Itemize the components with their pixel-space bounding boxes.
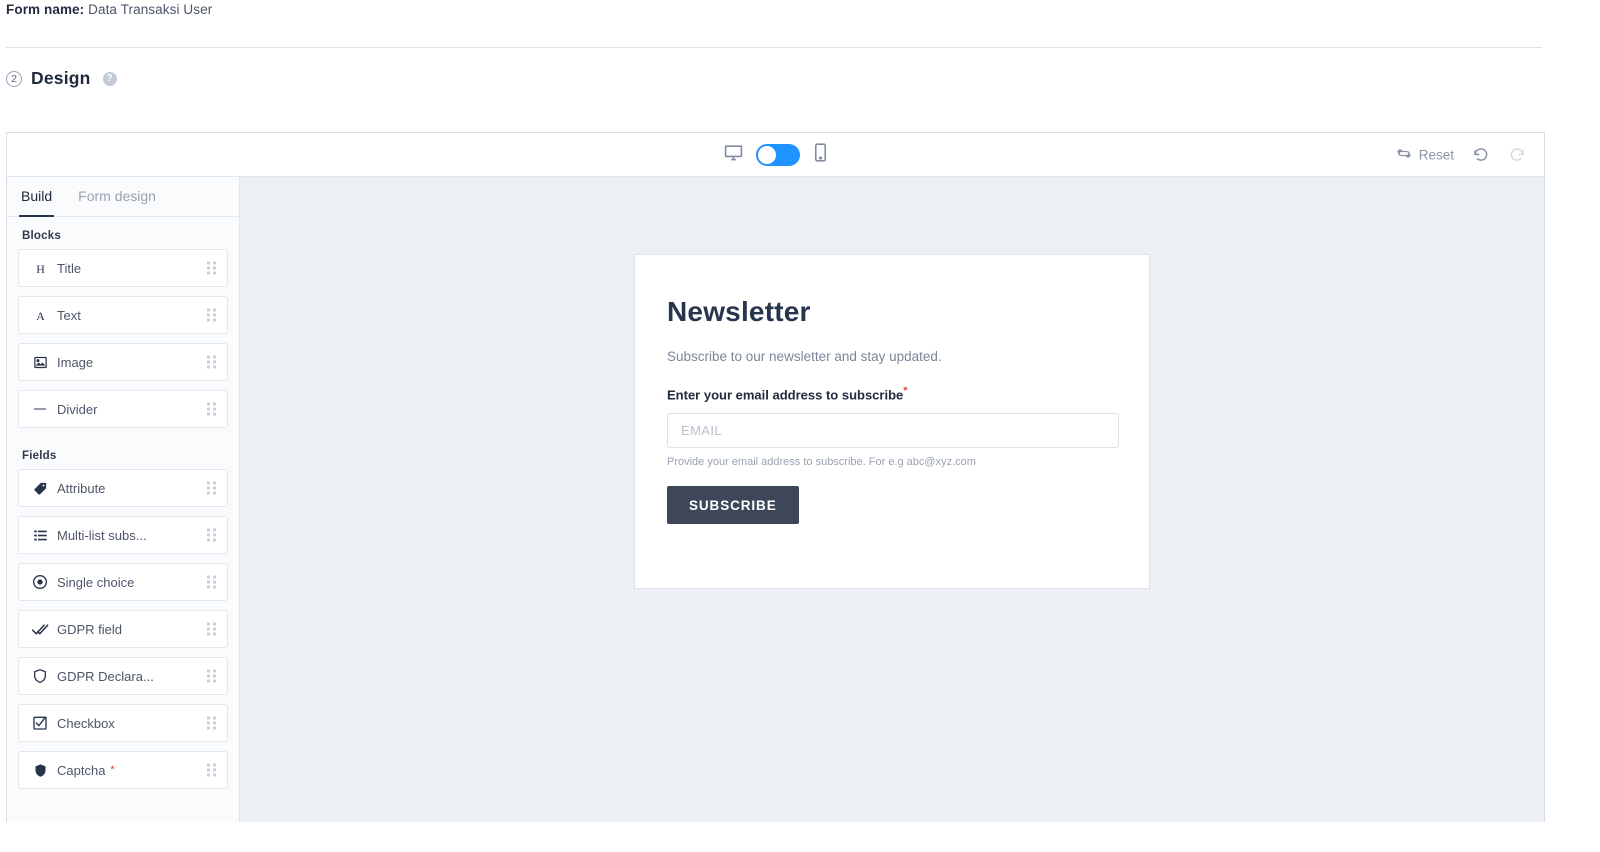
- device-toggle-knob: [757, 145, 776, 164]
- section-blocks-label: Blocks: [22, 230, 61, 242]
- builder-sidebar: Build Form design Blocks H Title A Text …: [7, 177, 240, 822]
- undo-arrow-icon[interactable]: [1472, 146, 1490, 164]
- refresh-arrows-icon: [1396, 145, 1412, 164]
- heading-h-icon: H: [23, 261, 57, 276]
- page-title: Design: [31, 68, 91, 88]
- form-builder-panel: Reset Build Form design Blocks H Title A…: [6, 132, 1545, 822]
- tag-label-icon: [23, 481, 57, 496]
- drag-grip-dots-icon[interactable]: [207, 528, 216, 542]
- block-label: Text: [57, 307, 81, 323]
- email-helper-text: Provide your email address to subscribe.…: [667, 456, 976, 469]
- reset-label: Reset: [1418, 147, 1454, 162]
- double-check-icon: [23, 621, 57, 638]
- form-name: Form name: Data Transaksi User: [6, 2, 212, 17]
- field-item-single-choice[interactable]: Single choice: [18, 563, 228, 601]
- field-label: Attribute: [57, 480, 106, 496]
- subscribe-button[interactable]: SUBSCRIBE: [667, 486, 799, 525]
- header-divider: [6, 47, 1542, 48]
- sidebar-tabs: Build Form design: [7, 177, 239, 217]
- drag-grip-dots-icon[interactable]: [207, 481, 216, 495]
- question-mark-icon[interactable]: ?: [102, 71, 117, 86]
- shield-outline-icon: [23, 668, 57, 684]
- tab-form-design[interactable]: Form design: [76, 177, 158, 217]
- field-item-gdpr-declaration[interactable]: GDPR Declara...: [18, 657, 228, 695]
- field-item-attribute[interactable]: Attribute: [18, 469, 228, 507]
- step-number-badge: 2: [6, 70, 22, 87]
- field-label: Single choice: [57, 574, 135, 590]
- drag-grip-dots-icon[interactable]: [207, 763, 216, 777]
- form-name-label: Form name:: [6, 2, 85, 17]
- redo-arrow-icon[interactable]: [1508, 146, 1526, 164]
- text-a-icon: A: [23, 308, 57, 323]
- required-asterisk: *: [903, 385, 908, 397]
- field-item-captcha[interactable]: Captcha *: [18, 751, 228, 789]
- checkbox-checked-icon: [23, 715, 57, 731]
- block-label: Title: [57, 260, 82, 276]
- block-item-text[interactable]: A Text: [18, 296, 228, 334]
- device-preview-switch: [724, 142, 828, 167]
- mobile-phone-icon[interactable]: [813, 142, 828, 167]
- device-toggle[interactable]: [755, 143, 800, 166]
- drag-grip-dots-icon[interactable]: [207, 622, 216, 636]
- block-item-divider[interactable]: Divider: [18, 390, 228, 428]
- fields-list: Attribute Multi-list subs... Single choi…: [7, 469, 239, 798]
- shield-filled-icon: [23, 763, 57, 778]
- field-item-gdpr-field[interactable]: GDPR field: [18, 610, 228, 648]
- drag-grip-dots-icon[interactable]: [207, 575, 216, 589]
- email-label-text: Enter your email address to subscribe: [667, 387, 904, 403]
- drag-grip-dots-icon[interactable]: [207, 402, 216, 416]
- desktop-monitor-icon[interactable]: [724, 143, 743, 167]
- field-label: Checkbox: [57, 715, 115, 731]
- image-picture-icon: [23, 355, 57, 370]
- form-name-value: Data Transaksi User: [88, 2, 213, 17]
- tab-build[interactable]: Build: [19, 177, 55, 217]
- email-input[interactable]: [667, 413, 1119, 449]
- builder-toolbar: Reset: [7, 133, 1544, 177]
- toolbar-actions: Reset: [1396, 145, 1526, 164]
- reset-button[interactable]: Reset: [1396, 145, 1454, 164]
- radio-button-icon: [23, 574, 57, 590]
- field-label: Captcha: [57, 762, 106, 778]
- newsletter-title: Newsletter: [667, 296, 811, 327]
- email-field-label: Enter your email address to subscribe*: [667, 385, 1117, 402]
- block-label: Image: [57, 354, 94, 370]
- block-label: Divider: [57, 401, 98, 417]
- field-label: Multi-list subs...: [57, 527, 147, 543]
- section-fields-label: Fields: [22, 450, 57, 462]
- newsletter-form-card[interactable]: Newsletter Subscribe to our newsletter a…: [634, 254, 1150, 589]
- newsletter-subtitle: Subscribe to our newsletter and stay upd…: [667, 349, 942, 364]
- field-item-multi-list-subscription[interactable]: Multi-list subs...: [18, 516, 228, 554]
- field-item-checkbox[interactable]: Checkbox: [18, 704, 228, 742]
- drag-grip-dots-icon[interactable]: [207, 308, 216, 322]
- drag-grip-dots-icon[interactable]: [207, 261, 216, 275]
- block-item-image[interactable]: Image: [18, 343, 228, 381]
- tab-form-design-label: Form design: [78, 188, 156, 204]
- drag-grip-dots-icon[interactable]: [207, 355, 216, 369]
- form-preview-canvas: Newsletter Subscribe to our newsletter a…: [240, 177, 1544, 822]
- required-asterisk: *: [110, 764, 115, 776]
- blocks-list: H Title A Text Image Divider: [7, 249, 239, 437]
- builder-body: Build Form design Blocks H Title A Text …: [7, 177, 1544, 822]
- field-label: GDPR field: [57, 621, 123, 637]
- field-label: GDPR Declara...: [57, 668, 154, 684]
- step-header: 2 Design ?: [6, 68, 117, 89]
- drag-grip-dots-icon[interactable]: [207, 669, 216, 683]
- svg-text:A: A: [36, 308, 45, 322]
- list-lines-icon: [23, 528, 57, 543]
- newsletter-form-content: Newsletter Subscribe to our newsletter a…: [635, 255, 1149, 525]
- divider-line-icon: [23, 401, 57, 417]
- block-item-title[interactable]: H Title: [18, 249, 228, 287]
- svg-text:H: H: [36, 261, 45, 275]
- drag-grip-dots-icon[interactable]: [207, 716, 216, 730]
- tab-build-label: Build: [21, 188, 53, 204]
